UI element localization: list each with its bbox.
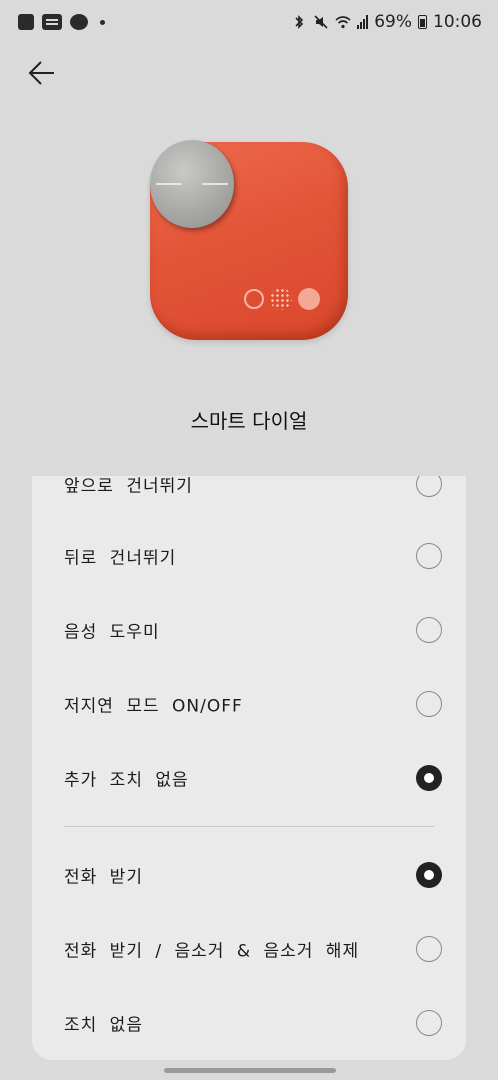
system-icons: 69% 10:06 — [291, 12, 482, 32]
notification-icons — [18, 14, 105, 30]
option-no-action[interactable]: 조치 없음 — [32, 986, 466, 1060]
chat-icon — [70, 14, 88, 30]
wifi-icon — [335, 16, 351, 29]
divider — [64, 826, 434, 827]
dial-knob — [150, 140, 234, 228]
back-button[interactable] — [24, 56, 60, 90]
ring-indicator — [244, 289, 264, 309]
radio-button[interactable] — [416, 617, 442, 643]
battery-icon — [418, 15, 427, 29]
device-indicators — [244, 288, 320, 310]
bluetooth-icon — [295, 15, 304, 29]
arrow-left-icon — [28, 61, 54, 85]
gallery-icon — [18, 14, 34, 30]
radio-button[interactable] — [416, 691, 442, 717]
options-card: 앞으로 건너뛰기 뒤로 건너뛰기 음성 도우미 저지연 모드 ON/OFF 추가… — [32, 476, 466, 1060]
mute-icon — [314, 15, 328, 29]
option-voice-assistant[interactable]: 음성 도우미 — [32, 593, 466, 667]
radio-button[interactable] — [416, 936, 442, 962]
notification-dot — [100, 19, 105, 25]
device-name: 스마트 다이얼 — [190, 409, 308, 433]
signal-icon — [357, 15, 369, 29]
radio-button[interactable] — [416, 476, 442, 497]
radio-button-selected[interactable] — [416, 765, 442, 791]
status-bar: 69% 10:06 — [0, 0, 498, 48]
option-skip-forward[interactable]: 앞으로 건너뛰기 — [32, 476, 466, 521]
light-indicator — [298, 288, 320, 310]
option-label: 앞으로 건너뛰기 — [64, 476, 193, 497]
option-label: 전화 받기 — [64, 867, 143, 888]
webtoon-icon — [42, 14, 62, 30]
option-skip-back[interactable]: 뒤로 건너뛰기 — [32, 519, 466, 593]
option-label: 조치 없음 — [64, 1015, 143, 1036]
radio-button[interactable] — [416, 1010, 442, 1036]
option-answer-mute[interactable]: 전화 받기 / 음소거 & 음소거 해제 — [32, 912, 466, 986]
option-label: 전화 받기 / 음소거 & 음소거 해제 — [64, 941, 360, 962]
option-answer-call[interactable]: 전화 받기 — [32, 838, 466, 912]
option-no-extra-action[interactable]: 추가 조치 없음 — [32, 741, 466, 815]
option-low-latency[interactable]: 저지연 모드 ON/OFF — [32, 667, 466, 741]
clock: 10:06 — [433, 12, 482, 32]
option-label: 음성 도우미 — [64, 622, 160, 643]
option-label: 뒤로 건너뛰기 — [64, 548, 177, 569]
gesture-handle[interactable] — [164, 1068, 336, 1073]
battery-percent: 69% — [374, 12, 412, 32]
option-label: 추가 조치 없음 — [64, 770, 189, 791]
radio-button-selected[interactable] — [416, 862, 442, 888]
radio-button[interactable] — [416, 543, 442, 569]
speaker-grille — [270, 288, 292, 310]
option-label: 저지연 모드 ON/OFF — [64, 696, 243, 717]
